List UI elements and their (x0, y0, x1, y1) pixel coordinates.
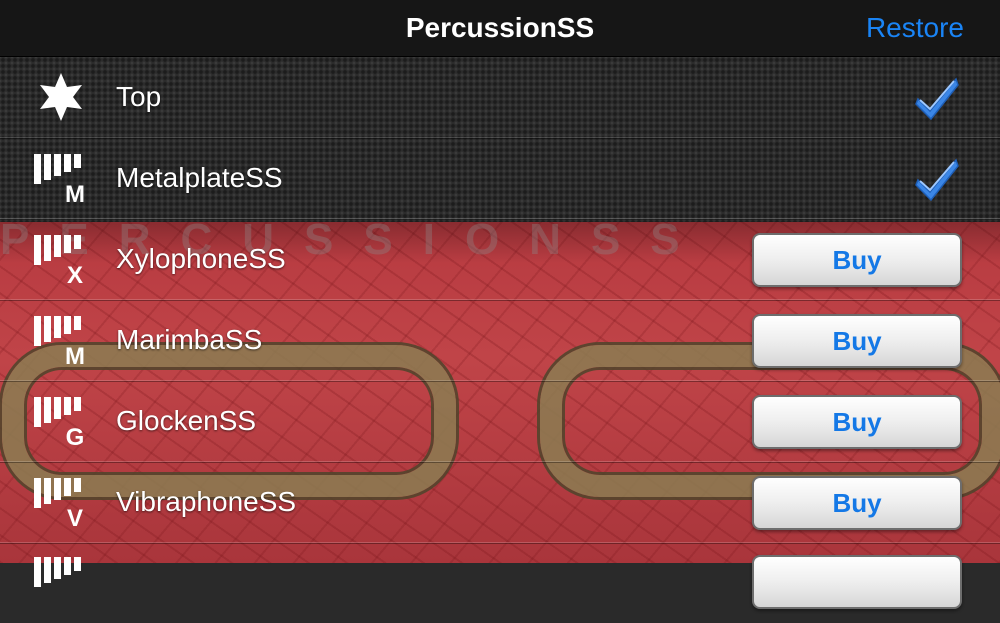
icon-letter: M (65, 181, 85, 204)
buy-button[interactable]: Buy (752, 314, 962, 368)
item-label: MarimbaSS (116, 324, 263, 355)
list-item[interactable]: M MetalplateSS (0, 138, 1000, 219)
list-item[interactable]: Top (0, 57, 1000, 138)
item-label: MetalplateSS (116, 162, 283, 193)
item-label: XylophoneSS (116, 243, 286, 274)
list-item[interactable]: M MarimbaSS Buy (0, 300, 1000, 381)
icon-letter: M (65, 343, 85, 366)
restore-button[interactable]: Restore (866, 12, 964, 44)
buy-button[interactable]: Buy (752, 476, 962, 530)
icon-letter: V (67, 505, 83, 528)
item-label: Top (116, 81, 162, 112)
buy-button-partial[interactable] (752, 555, 962, 609)
icon-letter: G (66, 424, 85, 447)
item-label: GlockenSS (116, 405, 257, 436)
icon-letter: X (67, 262, 83, 285)
list-item[interactable]: G GlockenSS Buy (0, 381, 1000, 462)
xylophone-icon: X (34, 235, 83, 285)
checkmark-icon (915, 77, 959, 121)
list-item[interactable] (0, 543, 1000, 623)
list-item[interactable]: V VibraphoneSS Buy (0, 462, 1000, 543)
glocken-icon: G (34, 397, 85, 447)
buy-button[interactable]: Buy (752, 395, 962, 449)
page-title: PercussionSS (405, 12, 595, 43)
item-label: VibraphoneSS (116, 486, 297, 517)
metalplate-icon: M (34, 154, 85, 204)
list-item[interactable]: X XylophoneSS Buy (0, 219, 1000, 300)
checkmark-icon (915, 158, 959, 202)
vibraphone-icon: V (34, 478, 83, 528)
star-icon (40, 73, 82, 121)
navigation-bar: PercussionSS Restore (0, 0, 1000, 57)
buy-button[interactable]: Buy (752, 233, 962, 287)
marimba-icon: M (34, 316, 85, 366)
